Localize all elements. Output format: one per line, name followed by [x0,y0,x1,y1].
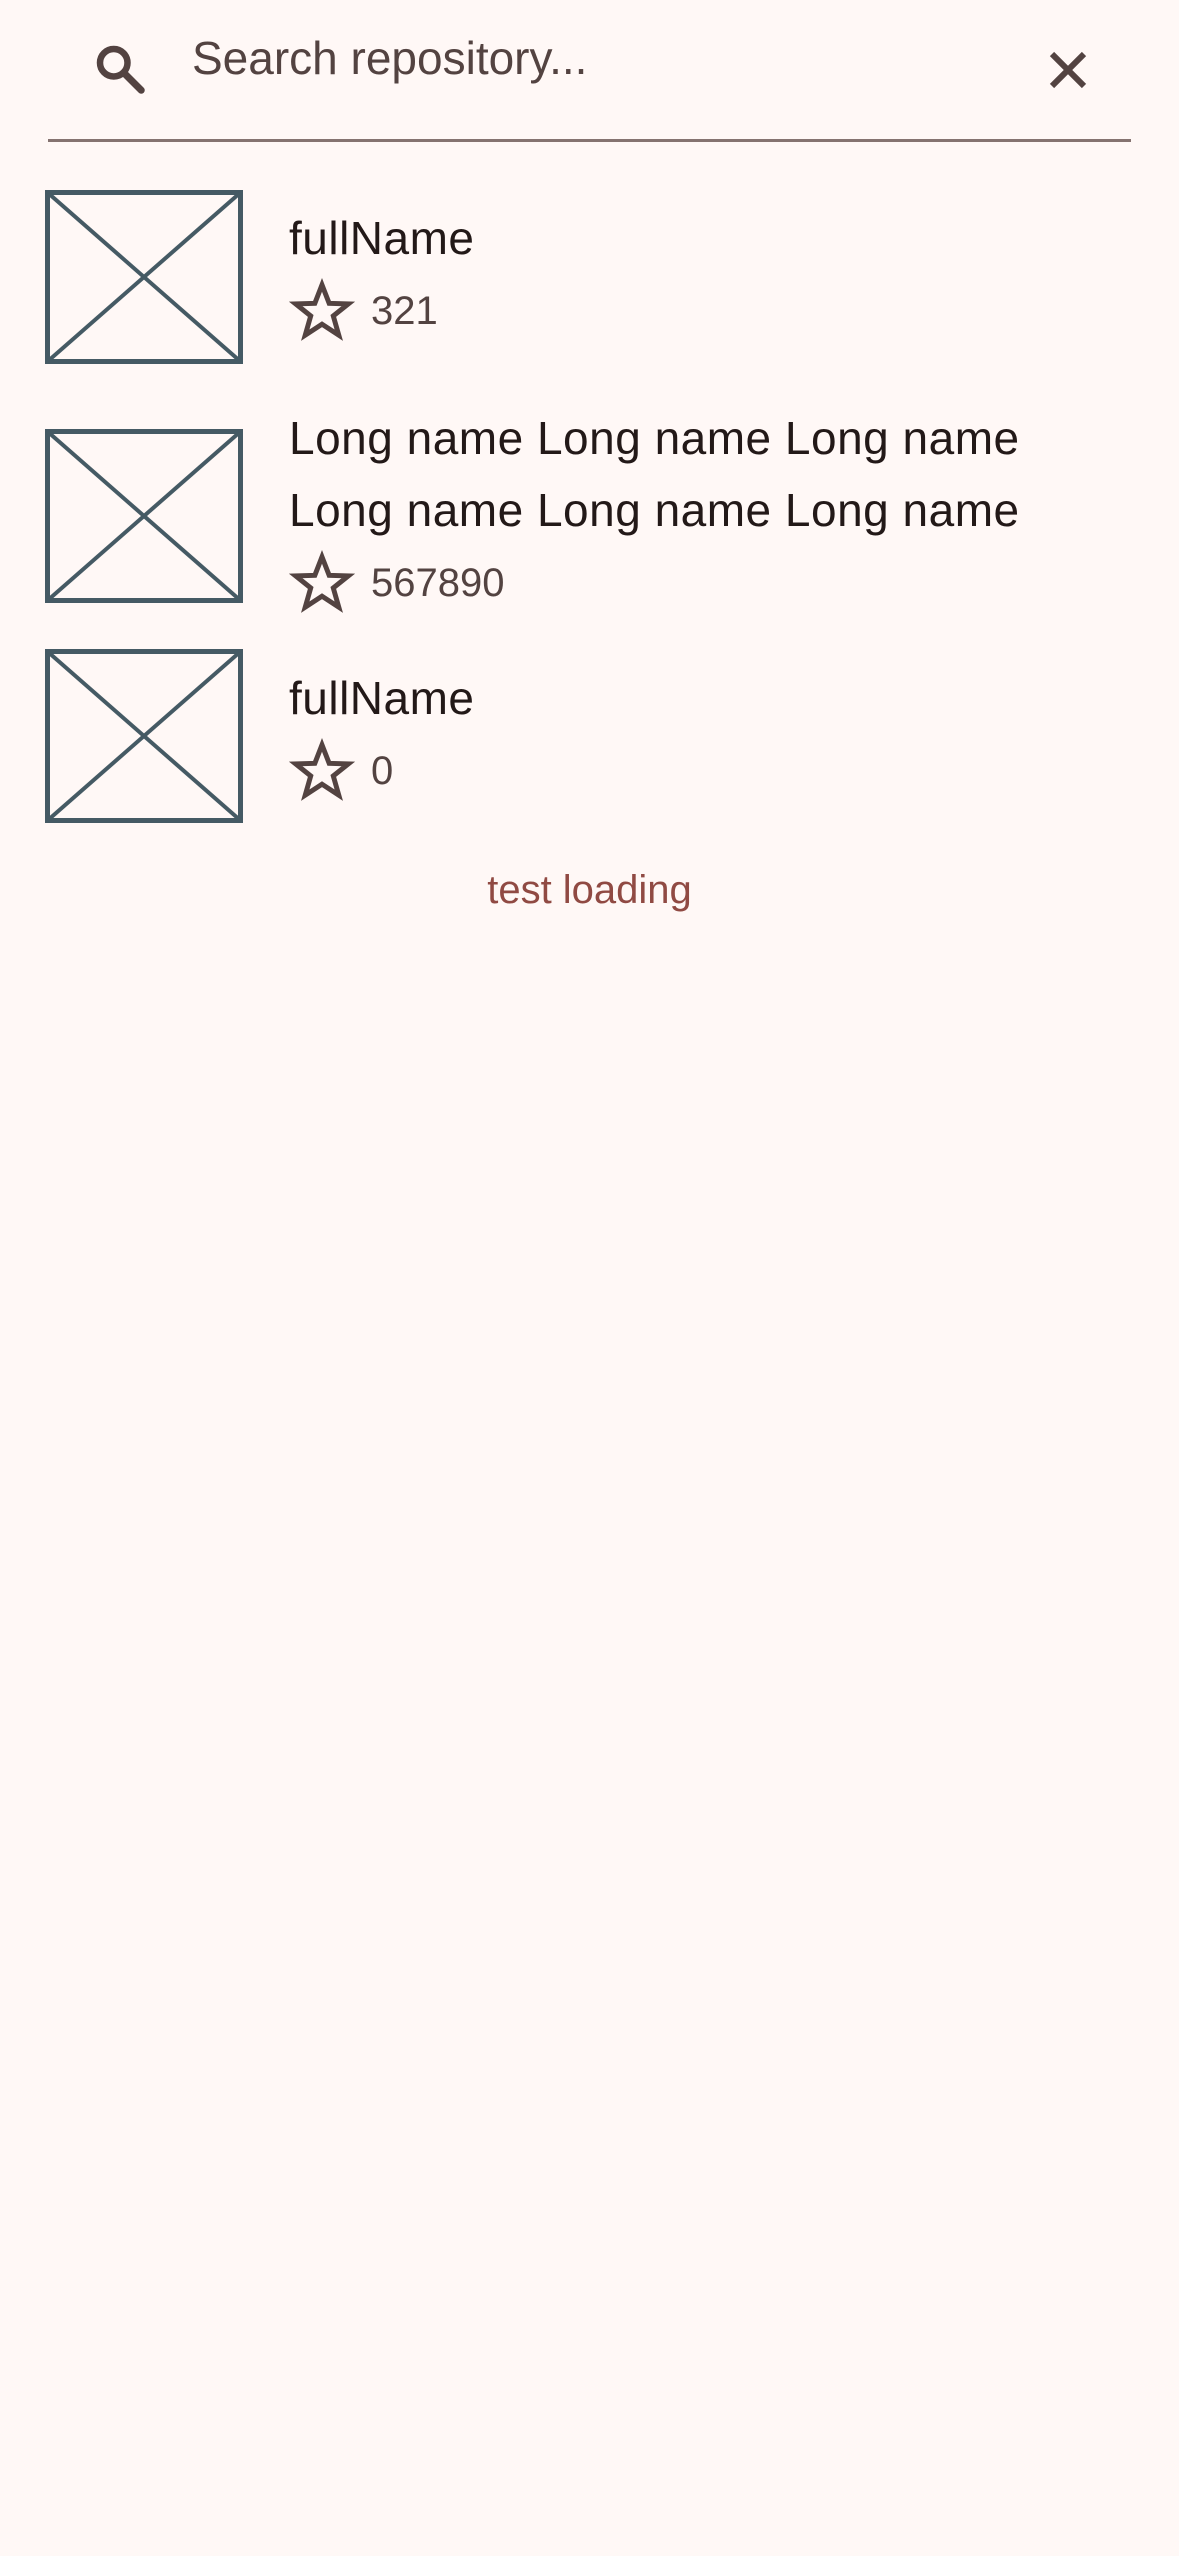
repository-full-name: fullName [289,212,475,264]
star-outline-icon [289,738,355,801]
search-bar [48,0,1131,142]
repository-list-item[interactable]: fullName 321 [0,142,1179,382]
repository-list-item[interactable]: fullName 0 [0,622,1179,862]
repository-info: fullName 321 [289,202,1134,348]
stars-row: 567890 [289,546,1134,620]
repository-list-item[interactable]: Long name Long name Long name Long name … [0,382,1179,622]
star-count: 321 [371,288,438,333]
stars-row: 321 [289,274,1134,348]
search-icon [90,39,150,99]
broken-image-placeholder-icon [45,429,243,603]
repository-full-name: fullName [289,672,475,724]
star-count: 567890 [371,560,505,605]
close-icon [1049,51,1087,89]
star-count: 0 [371,748,394,793]
star-outline-icon [289,550,355,613]
repository-info: Long name Long name Long name Long name … [289,402,1134,620]
loading-indicator-text: test loading [487,868,692,912]
star-outline-icon [289,278,355,341]
repository-full-name: Long name Long name Long name Long name … [289,412,1020,536]
broken-image-placeholder-icon [45,190,243,364]
search-input[interactable] [192,22,1012,94]
repository-info: fullName 0 [289,662,1134,808]
clear-search-button[interactable] [1028,30,1108,110]
broken-image-placeholder-icon [45,649,243,823]
repository-list: fullName 321 Long name Long name Long na… [0,142,1179,862]
stars-row: 0 [289,734,1134,808]
